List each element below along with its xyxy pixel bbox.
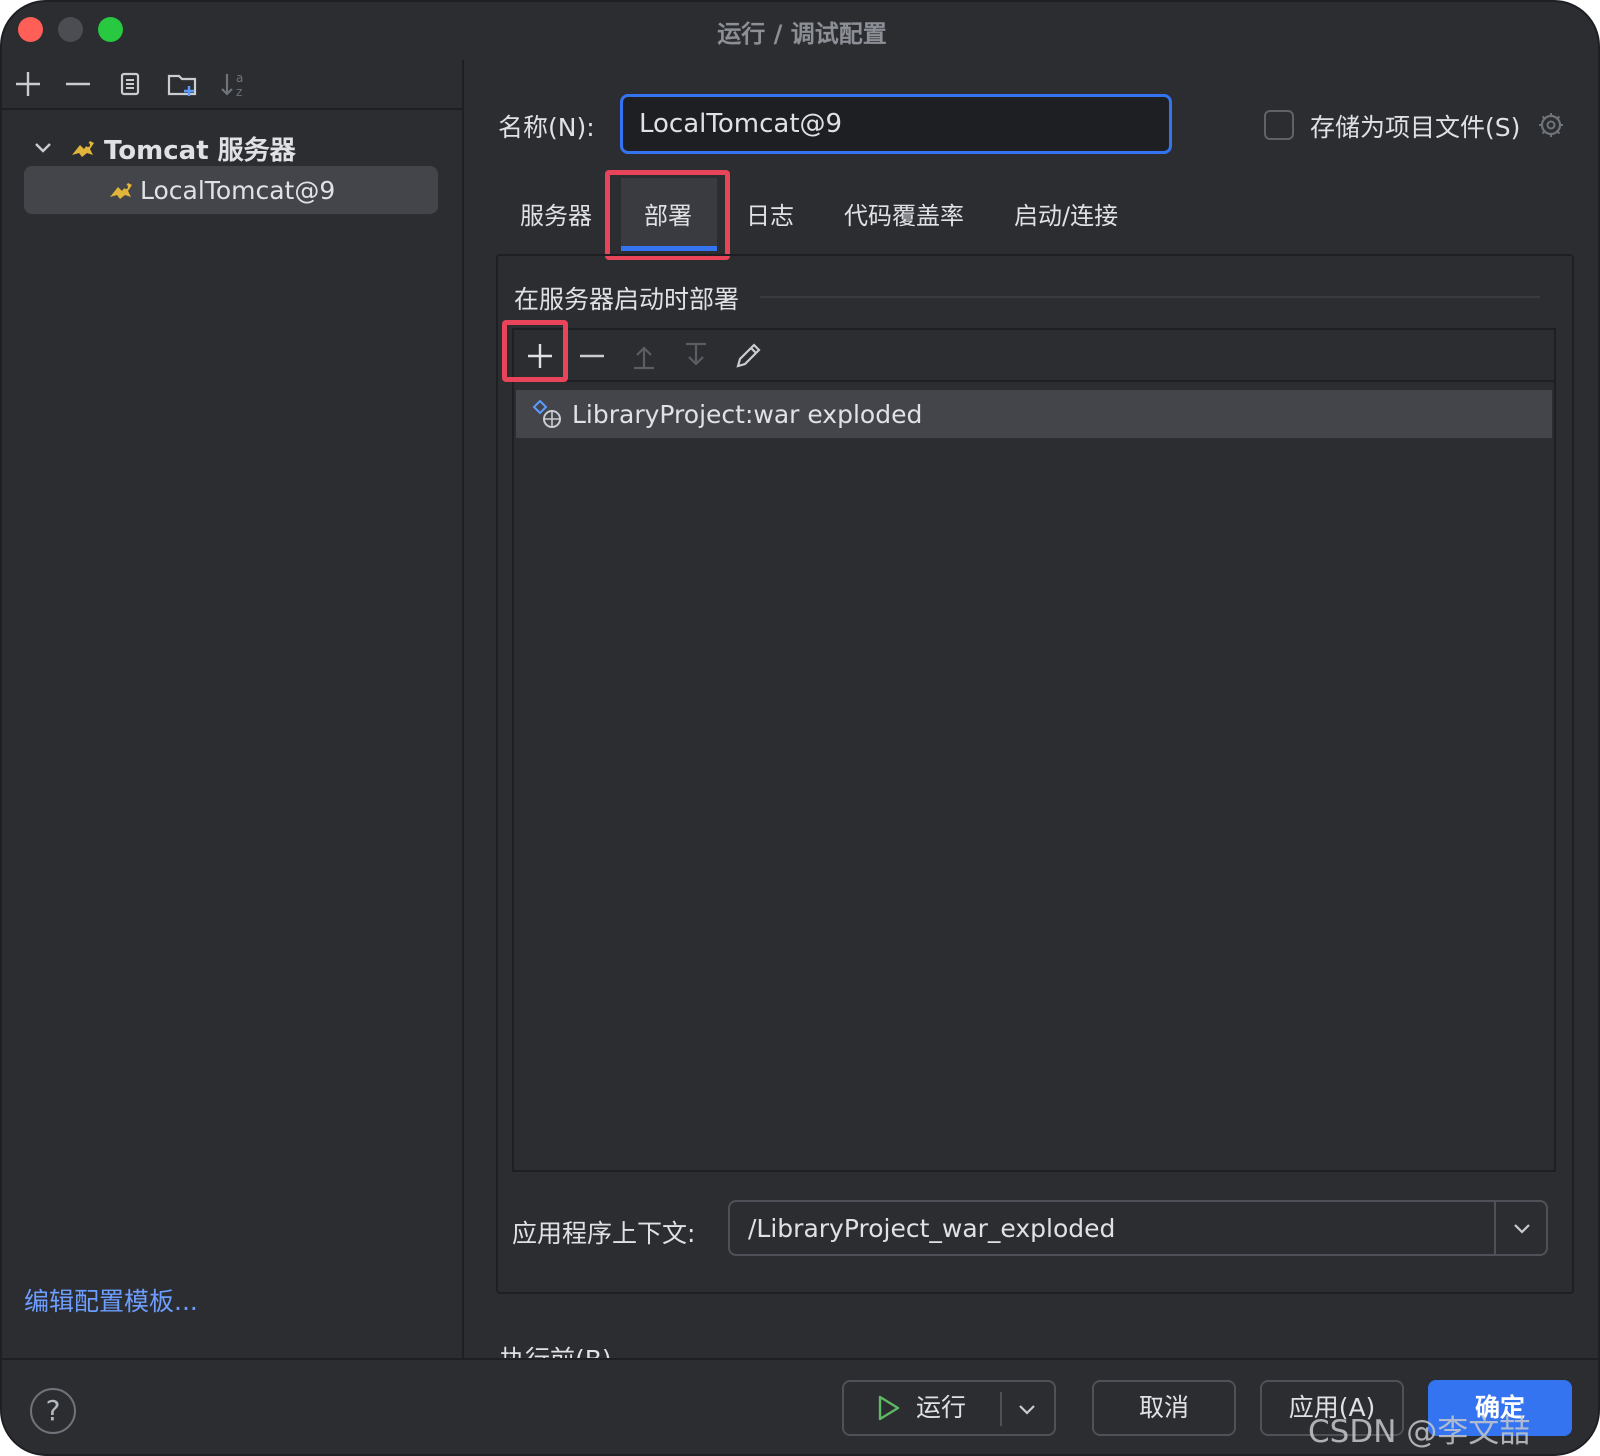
tree-item-label: LocalTomcat@9 <box>140 175 336 205</box>
run-divider <box>1000 1392 1002 1426</box>
watermark: CSDN @李文喆2002 <box>1308 1414 1531 1454</box>
chevron-down-icon[interactable] <box>30 135 56 161</box>
play-icon <box>878 1395 900 1421</box>
svg-text:z: z <box>236 85 242 99</box>
tree-group-tomcat[interactable]: Tomcat 服务器 <box>30 126 296 170</box>
tab-code-coverage[interactable]: 代码覆盖率 <box>844 196 964 231</box>
deploy-list-panel: LibraryProject:war exploded <box>512 328 1556 1172</box>
artifact-icon <box>532 399 561 428</box>
add-button-highlight-box <box>502 320 568 382</box>
cancel-button[interactable]: 取消 <box>1092 1380 1236 1436</box>
move-down-icon[interactable] <box>678 338 714 374</box>
context-combobox[interactable]: /LibraryProject_war_exploded <box>728 1200 1548 1256</box>
store-as-project-label: 存储为项目文件(S) <box>1310 113 1521 142</box>
copy-icon[interactable] <box>112 66 148 102</box>
remove-icon[interactable] <box>60 66 96 102</box>
svg-text:a: a <box>236 71 243 85</box>
tab-server[interactable]: 服务器 <box>520 196 592 231</box>
name-label: 名称(N): <box>498 113 595 142</box>
remove-icon[interactable] <box>574 338 610 374</box>
run-button-label: 运行 <box>916 1393 967 1422</box>
edit-templates-link[interactable]: 编辑配置模板... <box>24 1282 198 1318</box>
sidebar-toolbar: az <box>2 60 462 110</box>
new-folder-icon[interactable] <box>164 66 200 102</box>
context-value: /LibraryProject_war_exploded <box>748 1214 1116 1243</box>
run-button[interactable]: 运行 <box>842 1380 1056 1436</box>
config-sidebar: az Tomcat 服务器 LocalTomcat@9 编辑配置模板... <box>2 60 464 1358</box>
add-icon[interactable] <box>10 66 46 102</box>
gear-icon[interactable] <box>1536 110 1566 140</box>
tomcat-icon <box>72 141 94 157</box>
deploy-list-toolbar <box>514 330 1554 382</box>
tab-highlight-box <box>605 170 730 260</box>
tomcat-icon <box>110 183 132 199</box>
context-label: 应用程序上下文: <box>512 1219 696 1248</box>
chevron-down-icon[interactable] <box>1508 1214 1536 1242</box>
chevron-down-icon[interactable] <box>1014 1396 1040 1422</box>
name-input[interactable] <box>620 94 1172 154</box>
window-title: 运行 / 调试配置 <box>717 20 887 48</box>
tab-logs[interactable]: 日志 <box>746 196 794 231</box>
list-item-label: LibraryProject:war exploded <box>572 399 923 429</box>
list-item[interactable]: LibraryProject:war exploded <box>516 390 1552 438</box>
store-as-project-checkbox[interactable] <box>1264 110 1294 140</box>
tree-item-localtomcat[interactable]: LocalTomcat@9 <box>24 166 438 214</box>
section-divider <box>760 296 1540 298</box>
move-up-icon[interactable] <box>626 338 662 374</box>
sort-icon[interactable]: az <box>216 66 252 102</box>
tree-group-label: Tomcat 服务器 <box>104 135 296 166</box>
help-button[interactable]: ? <box>30 1388 76 1434</box>
deploy-section-title: 在服务器启动时部署 <box>514 285 740 314</box>
tab-startup-connection[interactable]: 启动/连接 <box>1014 196 1118 231</box>
run-debug-config-window: 运行 / 调试配置 az Tomcat 服务器 LocalTomcat@9 编辑… <box>0 0 1600 1456</box>
edit-icon[interactable] <box>730 338 766 374</box>
combo-divider <box>1494 1202 1496 1254</box>
